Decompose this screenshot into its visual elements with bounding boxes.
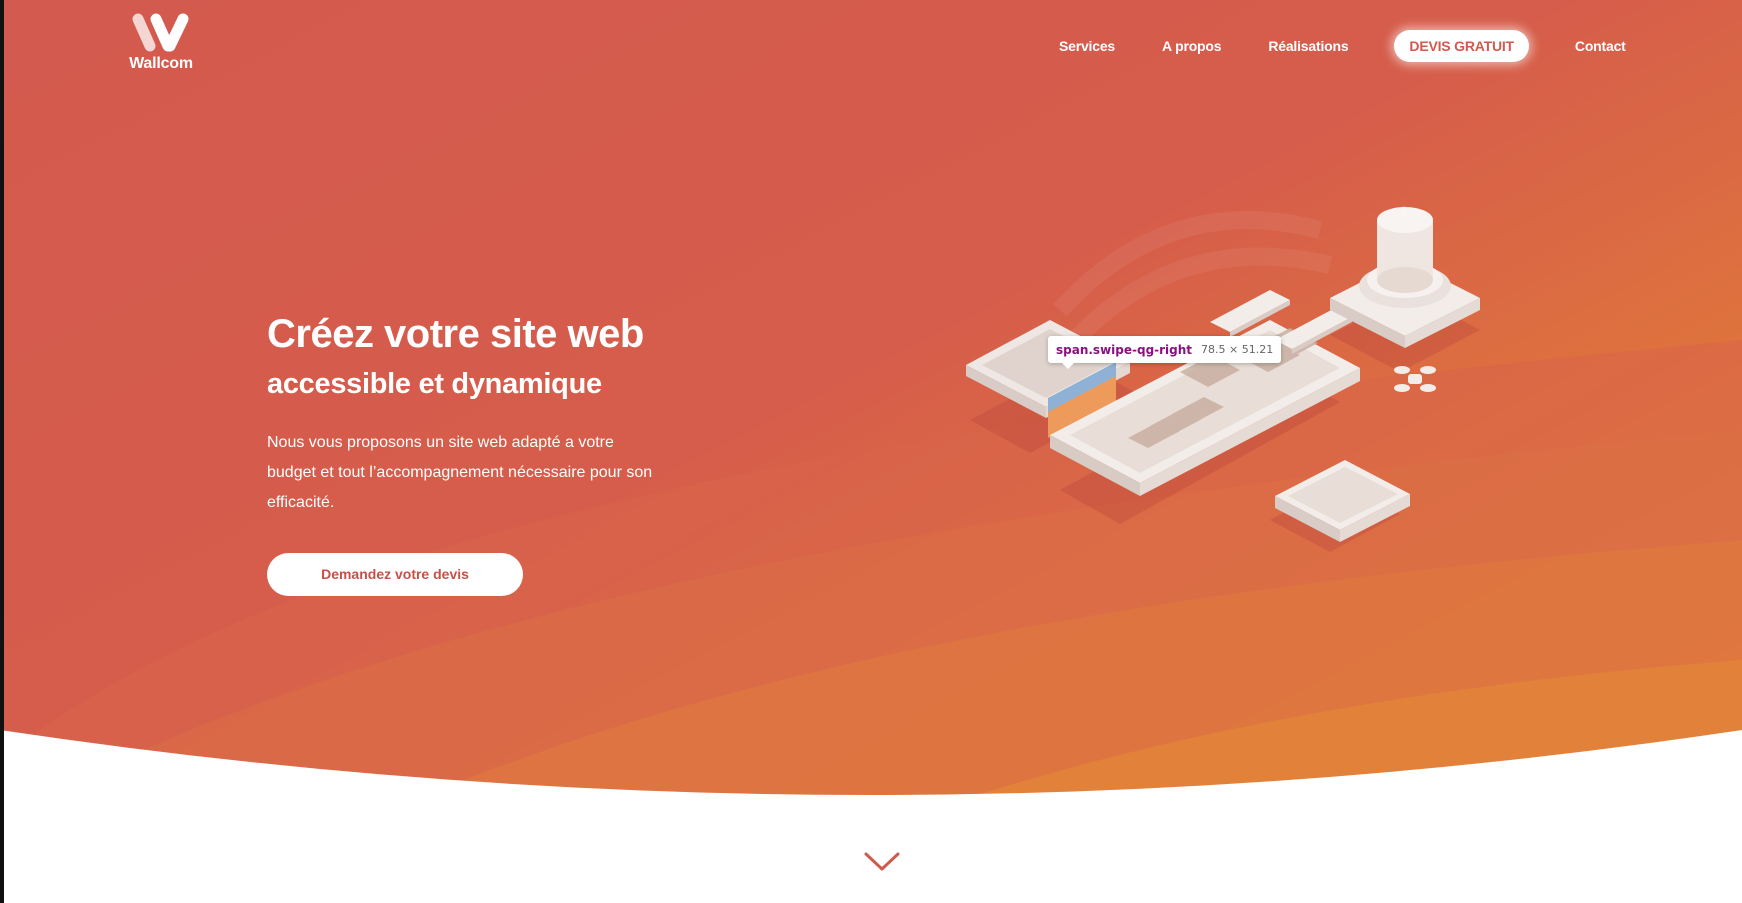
main-nav: Services A propos Réalisations DEVIS GRA… [1020,30,1626,62]
nav-item-contact[interactable]: Contact [1575,38,1626,54]
hero-title: Créez votre site web [267,312,644,356]
brand-logo[interactable]: Wallcom [126,12,196,73]
window-edge [0,0,4,903]
chevron-down-icon[interactable] [864,850,900,874]
tooltip-dimensions: 78.5 × 51.21 [1201,343,1274,356]
brand-name: Wallcom [129,55,193,72]
hero-subtitle: accessible et dynamique [267,368,602,400]
page: Wallcom Services A propos Réalisations D… [0,0,1742,903]
isometric-devices-illustration: $ [966,203,1480,552]
nav-item-services[interactable]: Services [1059,38,1115,54]
svg-text:$: $ [1400,203,1408,219]
tooltip-selector: span.swipe-qg-right [1056,342,1193,357]
w-logo-icon [132,13,189,52]
request-quote-button[interactable]: Demandez votre devis [267,553,523,596]
hero-description: Nous vous proposons un site web adapté a… [267,434,653,511]
nav-item-realisations[interactable]: Réalisations [1268,38,1348,54]
devtools-inspect-tooltip: span.swipe-qg-right 78.5 × 51.21 [1048,336,1282,369]
free-quote-button[interactable]: DEVIS GRATUIT [1394,30,1529,62]
nav-item-a-propos[interactable]: A propos [1162,38,1222,54]
